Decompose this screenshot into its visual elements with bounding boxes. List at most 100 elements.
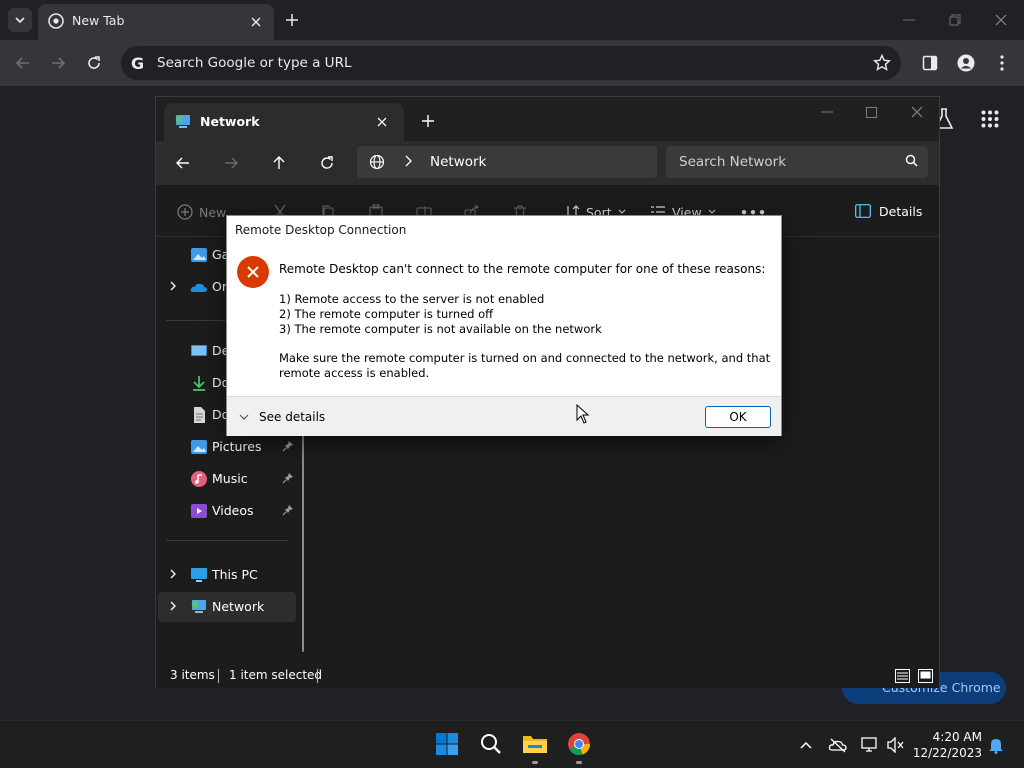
clock-date: 12/22/2023 <box>912 746 982 760</box>
dialog-reason: 3) The remote computer is not available … <box>279 322 602 336</box>
sidebar-item-pictures[interactable]: Pictures <box>158 432 296 462</box>
chrome-back-button[interactable] <box>11 51 35 75</box>
explorer-tab-close-button[interactable] <box>372 112 392 132</box>
restore-icon <box>949 14 961 26</box>
arrow-right-icon <box>225 157 238 169</box>
plus-circle-icon <box>177 204 193 220</box>
network-tray-button[interactable] <box>860 735 880 755</box>
clock-time: 4:20 AM <box>932 730 982 744</box>
minimize-icon <box>903 19 915 21</box>
notifications-button[interactable] <box>986 735 1006 755</box>
chevron-down-icon <box>15 17 25 24</box>
chevron-right-icon[interactable] <box>403 154 413 168</box>
explorer-maximize-button[interactable] <box>858 101 884 123</box>
plus-icon <box>422 115 434 127</box>
maximize-icon <box>865 106 877 118</box>
bell-icon <box>989 739 1003 754</box>
globe-icon <box>369 154 385 170</box>
explorer-tab-network[interactable]: Network <box>164 103 404 141</box>
side-panel-icon <box>922 55 938 71</box>
explorer-back-button[interactable] <box>171 152 195 174</box>
chevron-right-icon[interactable] <box>168 280 178 292</box>
sidebar-item-videos[interactable]: Videos <box>158 496 296 526</box>
error-icon <box>237 256 269 288</box>
chrome-reload-button[interactable] <box>82 51 106 75</box>
download-icon <box>193 376 205 391</box>
close-icon <box>377 117 387 127</box>
sidebar-item-music[interactable]: Music <box>158 464 296 494</box>
plus-icon <box>286 14 298 26</box>
explorer-address-bar[interactable]: Network <box>357 146 657 178</box>
taskbar-search-button[interactable] <box>476 729 506 759</box>
chrome-restore-button[interactable] <box>942 8 968 32</box>
computer-icon <box>191 568 207 582</box>
pin-icon[interactable] <box>282 472 294 484</box>
volume-tray-button[interactable] <box>886 735 906 755</box>
details-view-icon[interactable] <box>895 669 910 683</box>
search-icon <box>481 734 501 754</box>
see-details-toggle[interactable]: See details <box>239 408 325 426</box>
sidebar-item-label: Or <box>212 279 227 294</box>
sidebar-item-this-pc[interactable]: This PC <box>158 560 296 590</box>
details-label: Details <box>879 203 923 219</box>
dialog-main-message: Remote Desktop can't connect to the remo… <box>279 262 766 276</box>
explorer-forward-button[interactable] <box>219 152 243 174</box>
explorer-new-tab-button[interactable] <box>418 111 438 131</box>
chrome-tab-new-tab[interactable]: New Tab <box>38 4 274 40</box>
explorer-up-button[interactable] <box>267 152 291 174</box>
explorer-title-bar: Network <box>156 97 939 141</box>
bookmark-star-icon[interactable] <box>873 54 891 72</box>
status-selection: 1 item selected <box>229 668 323 682</box>
show-hidden-icons-button[interactable] <box>796 735 816 755</box>
chevron-right-icon[interactable] <box>168 568 178 580</box>
side-panel-button[interactable] <box>918 51 942 75</box>
explorer-refresh-button[interactable] <box>315 152 339 174</box>
windows-taskbar: 4:20 AM 12/22/2023 <box>0 720 1024 768</box>
chrome-logo-icon <box>568 733 591 756</box>
running-indicator <box>576 761 582 764</box>
desktop-icon <box>191 345 207 356</box>
chrome-close-button[interactable] <box>988 8 1014 32</box>
ok-button[interactable]: OK <box>705 406 771 428</box>
chrome-forward-button[interactable] <box>46 51 70 75</box>
omnibox[interactable]: G Search Google or type a URL <box>121 46 901 80</box>
chevron-right-icon[interactable] <box>168 600 178 612</box>
explorer-nav-bar: Network Search Network <box>156 141 939 185</box>
mouse-cursor-icon <box>576 404 590 424</box>
chrome-minimize-button[interactable] <box>896 8 922 32</box>
details-pane-button[interactable]: Details <box>855 200 922 222</box>
chrome-tab-close-button[interactable] <box>246 12 266 32</box>
profile-button[interactable] <box>954 51 978 75</box>
new-button[interactable]: New <box>177 202 226 222</box>
start-button[interactable] <box>432 729 462 759</box>
search-placeholder: Search Network <box>679 154 787 170</box>
apps-grid-icon[interactable] <box>981 110 999 128</box>
refresh-icon <box>321 156 333 169</box>
pin-icon[interactable] <box>282 504 294 516</box>
dialog-title: Remote Desktop Connection <box>235 223 407 237</box>
pin-icon[interactable] <box>282 440 294 452</box>
taskbar-chrome[interactable] <box>564 729 594 764</box>
sidebar-item-label: Network <box>212 599 265 614</box>
chrome-new-tab-button[interactable] <box>282 10 302 30</box>
dialog-reason: 1) Remote access to the server is not en… <box>279 292 545 306</box>
explorer-search-input[interactable]: Search Network <box>666 146 928 178</box>
document-icon <box>194 407 205 423</box>
videos-icon <box>191 504 207 518</box>
arrow-left-icon <box>176 157 189 169</box>
explorer-status-bar: 3 items 1 item selected <box>156 664 939 688</box>
tab-search-button[interactable] <box>8 8 32 32</box>
explorer-minimize-button[interactable] <box>814 101 840 123</box>
taskbar-file-explorer[interactable] <box>520 729 550 764</box>
tiles-view-icon[interactable] <box>918 669 933 683</box>
address-breadcrumb-network[interactable]: Network <box>430 154 486 170</box>
see-details-label: See details <box>259 410 326 424</box>
sidebar-item-network[interactable]: Network <box>158 592 296 622</box>
gallery-icon <box>191 248 207 262</box>
chrome-menu-button[interactable] <box>990 51 1014 75</box>
explorer-close-button[interactable] <box>904 101 930 123</box>
status-item-count: 3 items <box>170 668 215 682</box>
onedrive-tray-button[interactable] <box>828 735 848 755</box>
taskbar-clock[interactable]: 4:20 AM 12/22/2023 <box>912 729 982 761</box>
remote-desktop-error-dialog: Remote Desktop Connection Remote Desktop… <box>226 215 782 436</box>
